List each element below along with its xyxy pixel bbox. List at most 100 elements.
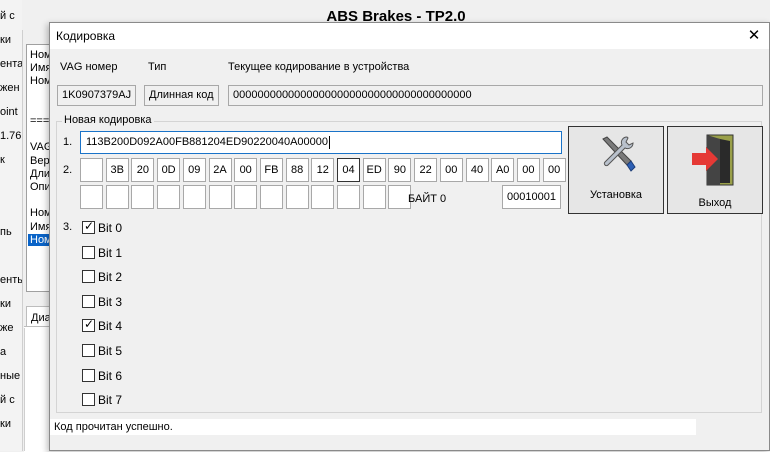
checkbox-unchecked-icon[interactable] xyxy=(82,393,95,407)
exit-button[interactable]: Выход xyxy=(667,126,763,214)
background-sidebar-label: ки xyxy=(0,418,11,430)
byte-cell[interactable] xyxy=(80,158,103,182)
byte-cell[interactable]: 2A xyxy=(208,158,232,182)
byte-cell[interactable] xyxy=(80,185,103,209)
byte-cell[interactable]: 00 xyxy=(516,158,540,182)
byte-cell[interactable]: 20 xyxy=(131,158,155,182)
type-label: Тип xyxy=(148,61,167,73)
background-list-item[interactable]: Имя xyxy=(30,221,51,233)
byte-cell[interactable]: 3B xyxy=(105,158,129,182)
byte-cell[interactable] xyxy=(234,185,258,209)
byte-cell[interactable]: FB xyxy=(259,158,283,182)
byte-cell[interactable]: 22 xyxy=(414,158,438,182)
checkmark-icon: ✓ xyxy=(84,219,95,233)
checkbox-unchecked-icon[interactable] xyxy=(82,245,95,259)
byte-cell[interactable]: 04 xyxy=(337,158,360,182)
byte-cell[interactable]: 00 xyxy=(439,158,463,182)
text-caret xyxy=(329,135,331,149)
checkbox-unchecked-icon[interactable] xyxy=(82,368,95,382)
background-list-item[interactable]: === xyxy=(30,115,51,127)
bit-checkbox[interactable]: Bit 1 xyxy=(82,245,142,261)
current-coding-label: Текущее кодирование в устройства xyxy=(228,61,410,73)
byte-cell[interactable] xyxy=(311,185,335,209)
byte-cell[interactable]: ED xyxy=(362,158,386,182)
background-list-item[interactable]: Ном xyxy=(30,49,51,61)
byte-cell[interactable] xyxy=(105,185,129,209)
byte-cell[interactable] xyxy=(182,185,206,209)
tools-icon xyxy=(602,136,636,172)
bit-label: Bit 2 xyxy=(98,270,123,285)
bit-label: Bit 3 xyxy=(98,294,123,309)
background-list-item[interactable]: Имя xyxy=(30,62,51,74)
checkbox-unchecked-icon[interactable] xyxy=(82,270,95,284)
byte-label: БАЙТ 0 xyxy=(408,193,447,205)
checkbox-checked-icon[interactable]: ✓ xyxy=(82,219,95,234)
bit-checkbox[interactable]: ✓ Bit 0 xyxy=(82,219,142,236)
close-icon[interactable]: ✕ xyxy=(739,23,769,49)
background-list-item[interactable]: Ном xyxy=(30,75,51,87)
background-sidebar-label: ки xyxy=(0,298,11,310)
byte-cell[interactable] xyxy=(131,185,155,209)
background-list-item[interactable]: Дли xyxy=(30,168,51,180)
byte-binary-value: 00010001 xyxy=(502,185,561,209)
bit-checkbox[interactable]: ✓ Bit 4 xyxy=(82,317,142,334)
bit-label: Bit 5 xyxy=(98,344,123,358)
background-list-item[interactable]: Ном xyxy=(30,207,51,219)
background-sidebar-label: oint xyxy=(0,106,18,118)
byte-cell[interactable] xyxy=(285,185,309,209)
byte-cell[interactable] xyxy=(208,185,232,209)
bit-label: Bit 0 xyxy=(98,221,123,235)
byte-cell[interactable]: 90 xyxy=(388,158,412,182)
coding-dialog: Кодировка ✕ VAG номер Тип Текущее кодиро… xyxy=(49,22,770,451)
bit-checkbox[interactable]: Bit 7 xyxy=(82,392,142,408)
background-sidebar-label: а xyxy=(0,346,7,358)
new-coding-group-title: Новая кодировка xyxy=(62,114,154,126)
byte-cell[interactable] xyxy=(259,185,283,209)
byte-cell[interactable]: 00 xyxy=(234,158,258,182)
byte-cell[interactable]: 09 xyxy=(182,158,206,182)
background-tab[interactable]: Диа xyxy=(26,306,50,328)
background-sidebar-label: ки xyxy=(0,34,11,46)
byte-cell[interactable]: A0 xyxy=(491,158,515,182)
background-sidebar: й с ки ента жен oint 1.76 к пь енты ки же а ные й с ки xyxy=(0,0,23,451)
bit-label: Bit 6 xyxy=(98,368,123,383)
checkbox-unchecked-icon[interactable] xyxy=(82,294,95,308)
vag-number-label: VAG номер xyxy=(60,61,118,73)
background-list-item[interactable]: Ном xyxy=(28,233,51,246)
current-coding-field: 000000000000000000000000000000000000000 xyxy=(228,85,763,106)
background-list-item[interactable]: VAG xyxy=(30,141,51,153)
background-sidebar-label: к xyxy=(0,154,5,166)
background-sidebar-label: ента xyxy=(0,58,22,70)
dialog-titlebar: Кодировка ✕ xyxy=(50,23,769,49)
byte-cell[interactable] xyxy=(362,185,386,209)
checkbox-checked-icon[interactable]: ✓ xyxy=(82,317,95,333)
background-list-item[interactable]: Опи xyxy=(30,181,51,193)
new-coding-value: 113B200D092A00FB881204ED90220040A00000 xyxy=(86,136,329,148)
byte-cell[interactable]: 88 xyxy=(285,158,309,182)
bit-checkbox[interactable]: Bit 2 xyxy=(82,269,142,285)
bit-label: Bit 4 xyxy=(98,319,123,334)
bit-checkbox[interactable]: Bit 5 xyxy=(82,343,142,359)
background-sidebar-label: же xyxy=(0,322,14,334)
step-3-label: 3. xyxy=(63,221,73,233)
byte-cell[interactable] xyxy=(337,185,360,209)
install-button[interactable]: Установка xyxy=(568,126,664,214)
byte-cell[interactable]: 00 xyxy=(542,158,566,182)
status-bar: Код прочитан успешно. xyxy=(50,419,696,435)
background-sidebar-label: пь xyxy=(0,226,12,238)
bit-label: Bit 7 xyxy=(98,393,123,408)
new-coding-input[interactable]: 113B200D092A00FB881204ED90220040A00000 xyxy=(80,131,562,154)
background-sidebar-label: 1.76 xyxy=(0,130,22,142)
byte-cell[interactable]: 40 xyxy=(465,158,489,182)
step-1-label: 1. xyxy=(63,136,73,148)
byte-cell[interactable]: 12 xyxy=(311,158,335,182)
bit-checkbox[interactable]: Bit 6 xyxy=(82,368,142,384)
vag-number-field: 1K0907379AJ xyxy=(57,85,136,106)
byte-cell[interactable] xyxy=(157,185,181,209)
byte-cell[interactable]: 0D xyxy=(157,158,181,182)
bit-checkbox[interactable]: Bit 3 xyxy=(82,294,142,310)
background-sidebar-label: й с xyxy=(0,394,15,406)
checkbox-unchecked-icon[interactable] xyxy=(82,344,95,357)
exit-door-icon xyxy=(692,134,734,186)
background-list-item[interactable]: Вер xyxy=(30,155,51,167)
